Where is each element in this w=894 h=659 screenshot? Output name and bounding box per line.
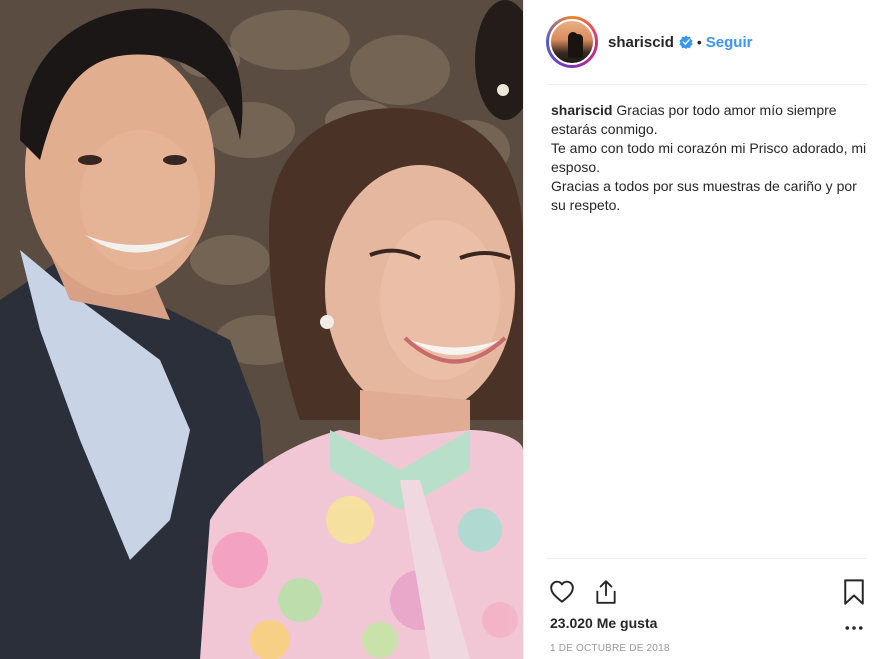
couple-photo (0, 0, 523, 659)
header-divider (546, 84, 866, 85)
likes-count[interactable]: 23.020 Me gusta (550, 615, 657, 631)
avatar-figure (574, 34, 583, 58)
verified-badge-icon (679, 35, 693, 49)
caption-line: Gracias a todos por sus muestras de cari… (551, 178, 857, 213)
post-caption: shariscid Gracias por todo amor mío siem… (551, 101, 873, 215)
caption-line: Te amo con todo mi corazón mi Prisco ado… (551, 140, 867, 175)
caption-username[interactable]: shariscid (551, 102, 612, 118)
caption-line: shariscid Gracias por todo amor mío siem… (551, 101, 873, 139)
heart-icon[interactable] (547, 577, 577, 607)
avatar[interactable] (546, 16, 598, 68)
avatar-image (549, 19, 595, 65)
post-date[interactable]: 1 DE OCTUBRE DE 2018 (550, 643, 670, 654)
share-icon[interactable] (591, 576, 621, 608)
header-separator: • (696, 34, 702, 50)
follow-button[interactable]: Seguir (706, 34, 753, 51)
actions-divider (546, 558, 866, 559)
post-header: shariscid • Seguir (524, 0, 894, 84)
bookmark-icon[interactable] (840, 577, 868, 607)
more-options-icon[interactable] (842, 620, 866, 636)
header-username[interactable]: shariscid (608, 34, 674, 51)
instagram-post: shariscid • Seguir shariscid Gracias por… (0, 0, 894, 659)
post-photo[interactable] (0, 0, 523, 659)
post-sidebar: shariscid • Seguir shariscid Gracias por… (523, 0, 894, 659)
